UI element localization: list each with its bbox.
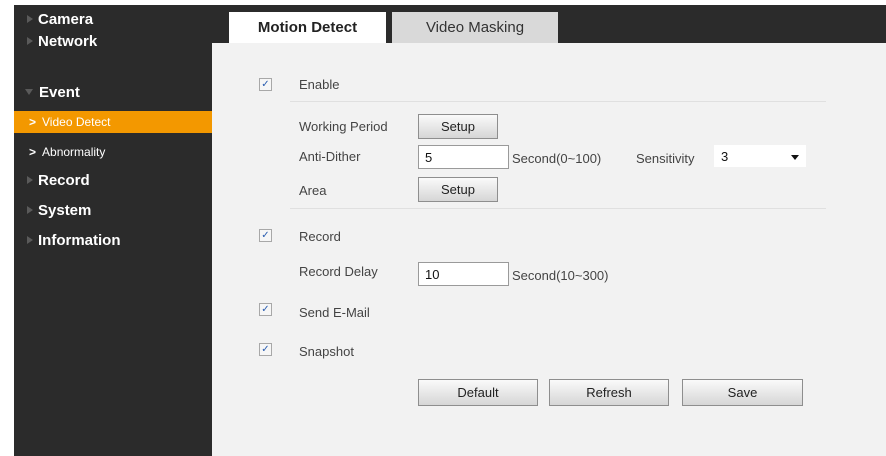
default-button[interactable]: Default [418,379,538,406]
sidebar-subitem-label: Video Detect [42,115,111,129]
record-delay-label: Record Delay [299,264,378,279]
sensitivity-value: 3 [721,148,729,164]
check-icon: ✓ [261,304,270,315]
tab-motion-detect[interactable]: Motion Detect [229,12,386,43]
tab-video-masking[interactable]: Video Masking [392,12,558,43]
enable-label: Enable [299,77,340,92]
send-email-checkbox[interactable]: ✓ [259,303,272,316]
dropdown-arrow-icon [791,155,799,160]
record-delay-input[interactable]: 10 [418,262,509,286]
sidebar-item-information[interactable]: Information [14,229,212,251]
check-icon: ✓ [261,344,270,355]
working-period-setup-button[interactable]: Setup [418,114,498,139]
sidebar-subitem-abnormality[interactable]: > Abnormality [14,141,212,163]
sidebar-item-label: Camera [38,10,94,28]
sidebar-item-system[interactable]: System [14,199,212,221]
sidebar-item-network[interactable]: Network [14,30,212,52]
chevron-right-icon: > [29,115,37,129]
snapshot-label: Snapshot [299,344,354,359]
send-email-label: Send E-Mail [299,305,370,320]
divider [290,208,826,209]
sidebar-item-event[interactable]: Event [14,81,212,103]
sidebar-subitem-label: Abnormality [42,145,106,159]
sensitivity-select[interactable]: 3 [714,145,806,167]
collapsed-arrow-icon [27,15,33,23]
expanded-arrow-icon [25,89,33,95]
sidebar-item-label: Network [38,32,98,50]
record-checkbox[interactable]: ✓ [259,229,272,242]
collapsed-arrow-icon [27,206,33,214]
check-icon: ✓ [261,79,270,90]
sidebar-item-camera[interactable]: Camera [14,8,212,30]
sidebar-item-label: System [38,201,92,219]
sidebar-subitem-video-detect[interactable]: > Video Detect [14,111,212,133]
sidebar: Camera Network Event > Video Detect > Ab… [14,5,212,456]
anti-dither-input[interactable]: 5 [418,145,509,169]
sidebar-item-label: Information [38,231,121,249]
working-period-label: Working Period [299,119,388,134]
record-delay-unit: Second(10~300) [512,268,609,283]
check-icon: ✓ [261,230,270,241]
sidebar-item-record[interactable]: Record [14,169,212,191]
anti-dither-unit: Second(0~100) [512,151,602,166]
sidebar-item-label: Record [38,171,90,189]
record-label: Record [299,229,341,244]
enable-checkbox[interactable]: ✓ [259,78,272,91]
area-label: Area [299,183,327,198]
collapsed-arrow-icon [27,236,33,244]
snapshot-checkbox[interactable]: ✓ [259,343,272,356]
area-setup-button[interactable]: Setup [418,177,498,202]
divider [290,101,826,102]
anti-dither-label: Anti-Dither [299,149,361,164]
save-button[interactable]: Save [682,379,803,406]
chevron-right-icon: > [29,145,37,159]
collapsed-arrow-icon [27,176,33,184]
collapsed-arrow-icon [27,37,33,45]
refresh-button[interactable]: Refresh [549,379,669,406]
sidebar-item-label: Event [39,83,80,101]
sensitivity-label: Sensitivity [636,151,695,166]
